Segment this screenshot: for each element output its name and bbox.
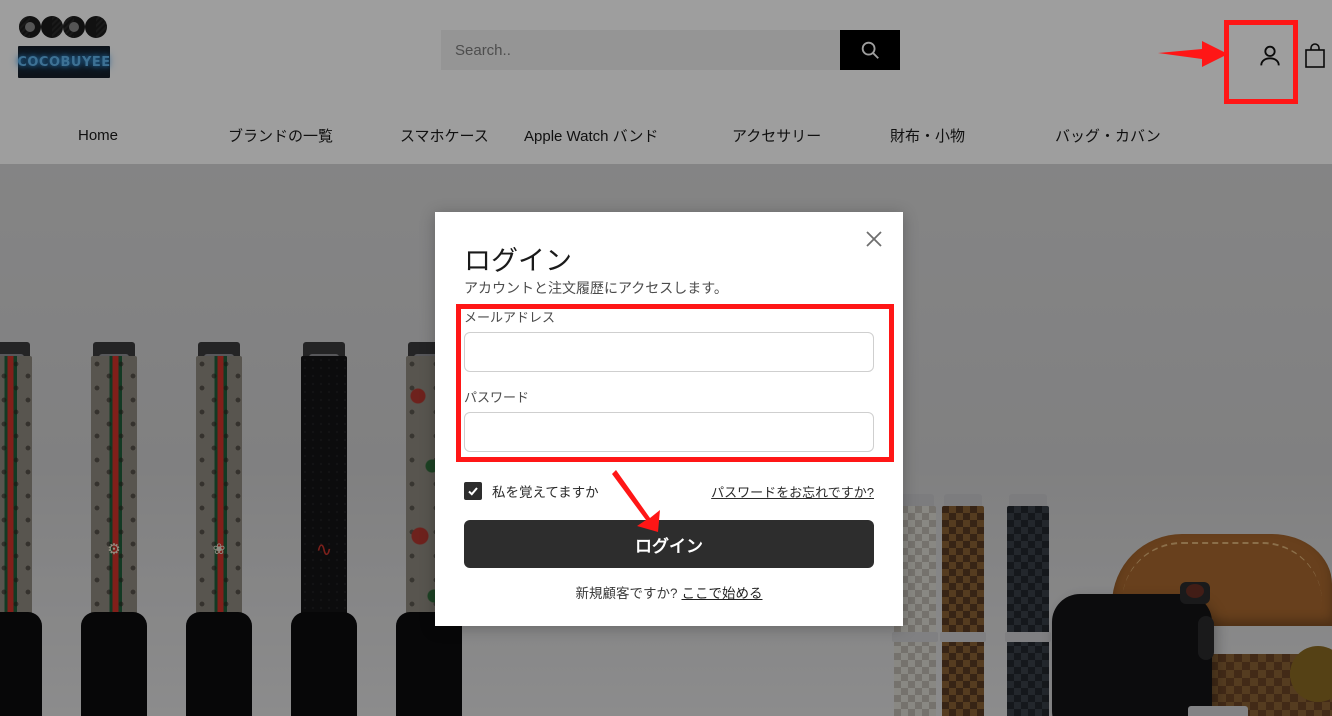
- modal-close-button[interactable]: [857, 222, 891, 256]
- password-label: パスワード: [464, 390, 530, 405]
- page-root: COCOBUYEE Search.. Home ブランドの一覧 スマホケース A…: [0, 0, 1332, 716]
- modal-subtitle: アカウントと注文履歴にアクセスします。: [464, 280, 728, 296]
- signup-row: 新規顧客ですか? ここで始める: [435, 582, 903, 602]
- email-label: メールアドレス: [464, 310, 556, 325]
- remember-row: 私を覚えてますか パスワードをお忘れですか?: [464, 480, 874, 502]
- remember-me-label[interactable]: 私を覚えてますか: [492, 481, 599, 501]
- remember-me-checkbox[interactable]: [464, 482, 482, 500]
- login-submit-button[interactable]: ログイン: [464, 520, 874, 568]
- credentials-form: メールアドレス パスワード: [464, 307, 874, 452]
- remember-me-group: 私を覚えてますか: [464, 481, 599, 501]
- signup-prompt-text: 新規顧客ですか?: [575, 586, 678, 601]
- password-input[interactable]: [464, 412, 874, 452]
- email-input[interactable]: [464, 332, 874, 372]
- close-icon: [866, 231, 882, 247]
- modal-title: ログイン: [464, 246, 572, 276]
- check-icon: [468, 487, 478, 496]
- forgot-password-link[interactable]: パスワードをお忘れですか?: [711, 482, 874, 501]
- login-modal: ログイン アカウントと注文履歴にアクセスします。 メールアドレス パスワード 私…: [435, 212, 903, 626]
- signup-link[interactable]: ここで始める: [682, 586, 763, 601]
